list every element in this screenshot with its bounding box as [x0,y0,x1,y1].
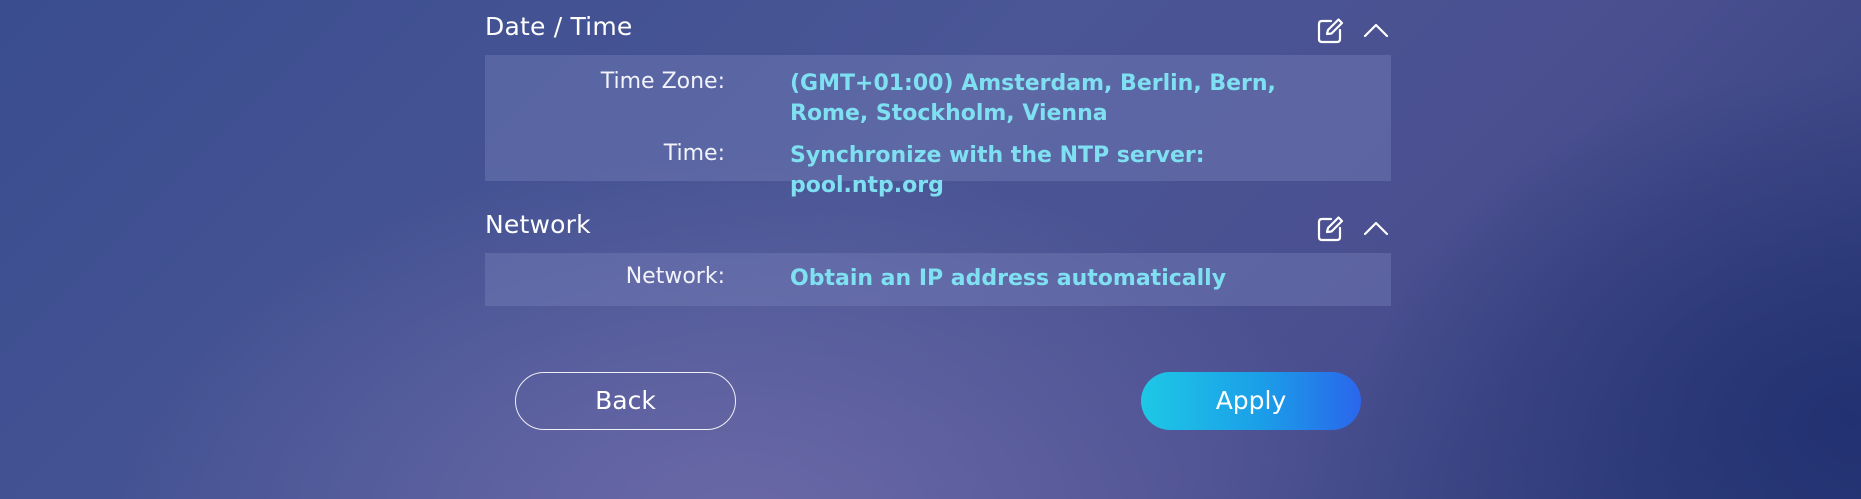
chevron-up-icon [1363,23,1389,38]
network-collapse-button[interactable] [1361,214,1391,244]
timezone-label: Time Zone: [600,69,725,94]
time-label: Time: [663,141,725,166]
back-button[interactable]: Back [515,372,736,430]
network-panel: Network: Obtain an IP address automatica… [485,253,1391,306]
datetime-section-header: Date / Time [485,6,1391,52]
network-label: Network: [625,264,725,289]
edit-icon [1317,18,1344,44]
network-edit-button[interactable] [1315,214,1345,244]
chevron-up-icon [1363,221,1389,236]
datetime-collapse-button[interactable] [1361,16,1391,46]
time-value: Synchronize with the NTP server: pool.nt… [790,143,1205,198]
network-value: Obtain an IP address automatically [790,266,1227,291]
network-section-title: Network [485,210,591,239]
apply-button[interactable]: Apply [1141,372,1361,430]
timezone-value: (GMT+01:00) Amsterdam, Berlin, Bern, Rom… [790,71,1276,126]
datetime-panel: Time Zone: (GMT+01:00) Amsterdam, Berlin… [485,55,1391,198]
datetime-section-title: Date / Time [485,12,633,41]
edit-icon [1317,216,1344,242]
network-section-header: Network [485,204,1391,250]
datetime-edit-button[interactable] [1315,16,1345,46]
